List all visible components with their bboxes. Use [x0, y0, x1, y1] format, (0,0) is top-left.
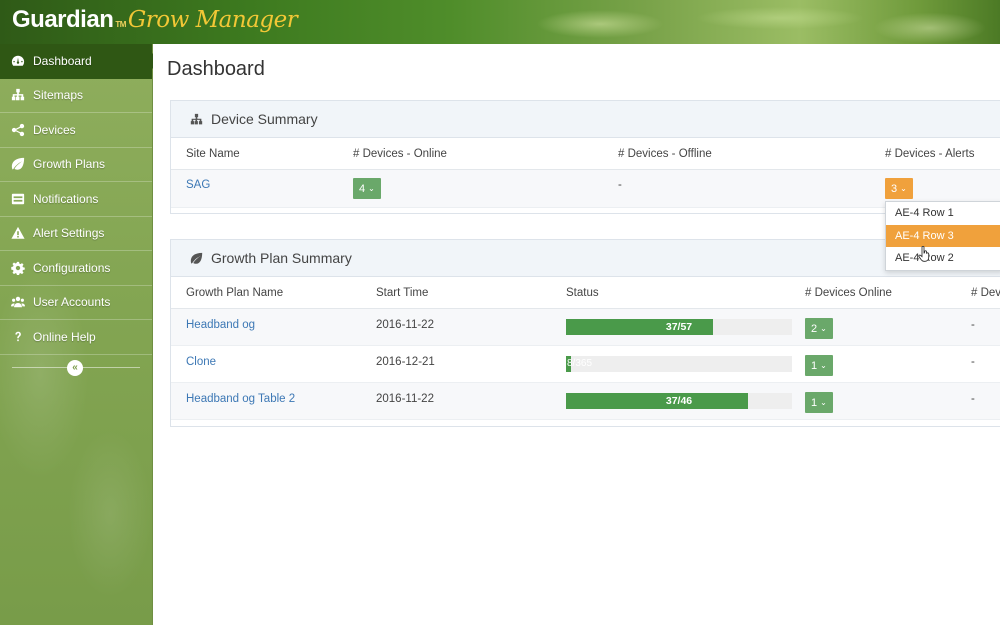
chevron-down-icon: ⌄: [368, 184, 375, 193]
growth-plan-rows: Headband og 2016-11-22 37/57 2 ⌄ - Clone…: [171, 309, 1000, 420]
panel-title: Device Summary: [211, 111, 318, 127]
dropdown-item[interactable]: AE-4 Row 3: [886, 224, 1000, 247]
badge-count: 3: [891, 182, 898, 195]
panel-header: Growth Plan Summary: [171, 240, 1000, 277]
sidebar-item-label: Growth Plans: [33, 157, 106, 172]
start-time: 2016-12-21: [376, 356, 435, 368]
badge-count: 1: [811, 396, 818, 409]
sidebar-item-label: User Accounts: [33, 295, 111, 310]
users-icon: [9, 294, 26, 311]
hand-cursor-icon: [918, 246, 930, 262]
sidebar-item-label: Alert Settings: [33, 226, 105, 241]
help-icon: [9, 328, 26, 345]
dashboard-icon: [9, 52, 26, 69]
growth-plan-link[interactable]: Headband og: [186, 319, 255, 331]
app-logo[interactable]: Guardian TM Grow Manager: [12, 6, 298, 38]
devices-online-dropdown[interactable]: 4 ⌄: [353, 178, 381, 199]
page-title: Dashboard: [167, 58, 265, 80]
table-row: SAG 4 ⌄ - 3 ⌄: [171, 170, 1000, 208]
sidebar-item-growth-plans[interactable]: Growth Plans: [0, 148, 152, 182]
sidebar-item-alert-settings[interactable]: Alert Settings: [0, 217, 152, 251]
sidebar-item-sitemaps[interactable]: Sitemaps: [0, 79, 152, 113]
leaf-icon: [190, 252, 203, 264]
dropdown-item[interactable]: AE-4 Row 1: [886, 202, 1000, 225]
devices-online-dropdown[interactable]: 1 ⌄: [805, 355, 833, 376]
devices-value: -: [971, 319, 975, 331]
app-header: Guardian TM Grow Manager: [0, 0, 1000, 44]
start-time: 2016-11-22: [376, 319, 434, 331]
chevron-down-icon: ⌄: [820, 361, 827, 370]
progress-label: 8/365: [567, 358, 593, 369]
devices-online-dropdown[interactable]: 2 ⌄: [805, 318, 833, 339]
sidebar-item-user-accounts[interactable]: User Accounts: [0, 286, 152, 320]
logo-product: Grow Manager: [127, 7, 298, 33]
sidebar-item-configurations[interactable]: Configurations: [0, 251, 152, 286]
sidebar: Dashboard Sitemaps Devices Growth Plans …: [0, 44, 160, 625]
gear-icon: [9, 259, 26, 276]
column-header: Start Time: [376, 286, 429, 299]
sidebar-item-label: Sitemaps: [33, 88, 84, 103]
table-header: Site Name # Devices - Online # Devices -…: [171, 138, 1000, 170]
badge-count: 2: [811, 322, 818, 335]
sidebar-item-label: Notifications: [33, 191, 99, 206]
column-header: # Devices Online: [805, 286, 892, 299]
devices-alerts-dropdown[interactable]: 3 ⌄: [885, 178, 913, 199]
collapse-sidebar-button[interactable]: «: [67, 359, 83, 376]
table-header: Growth Plan Name Start Time Status # Dev…: [171, 277, 1000, 309]
column-header: Status: [566, 286, 599, 299]
panel-header: Device Summary: [171, 101, 1000, 138]
column-header: Growth Plan Name: [186, 286, 284, 299]
logo-brand: Guardian: [12, 6, 114, 33]
badge-count: 4: [359, 182, 366, 195]
leaf-icon: [9, 156, 26, 173]
dropdown-item[interactable]: AE-4 Row 2: [886, 247, 1000, 270]
sidebar-item-label: Dashboard: [33, 53, 92, 68]
chevron-down-icon: ⌄: [820, 324, 827, 333]
alerts-dropdown-menu: AE-4 Row 1 AE-4 Row 3 AE-4 Row 2: [885, 201, 1000, 271]
progress-label: 37/46: [665, 395, 693, 407]
devices-value: -: [971, 356, 975, 368]
sidebar-item-online-help[interactable]: Online Help: [0, 320, 152, 355]
sidebar-item-label: Online Help: [33, 329, 96, 344]
sitemap-icon: [9, 87, 26, 104]
column-header: Site Name: [186, 147, 240, 160]
start-time: 2016-11-22: [376, 393, 434, 405]
status-progress-bar: 37/46: [566, 393, 792, 409]
growth-plan-link[interactable]: Headband og Table 2: [186, 393, 295, 405]
device-summary-panel: Device Summary Site Name # Devices - Onl…: [170, 100, 1000, 214]
status-progress-bar: 37/57: [566, 319, 792, 335]
share-icon: [9, 121, 26, 138]
growth-plan-summary-panel: Growth Plan Summary Growth Plan Name Sta…: [170, 239, 1000, 427]
sidebar-item-label: Configurations: [33, 260, 111, 275]
table-row: Headband og Table 2 2016-11-22 37/46 1 ⌄…: [171, 383, 1000, 420]
chevron-down-icon: ⌄: [900, 184, 907, 193]
devices-value: -: [971, 393, 975, 405]
devices-offline-value: -: [618, 179, 622, 191]
growth-plan-link[interactable]: Clone: [186, 356, 216, 368]
column-header: # Devices - Online: [353, 147, 447, 160]
table-row: Clone 2016-12-21 8/365 1 ⌄ -: [171, 346, 1000, 383]
notification-icon: [9, 190, 26, 207]
column-header: # Dev: [971, 286, 1000, 299]
sidebar-item-notifications[interactable]: Notifications: [0, 182, 152, 217]
sidebar-item-devices[interactable]: Devices: [0, 113, 152, 148]
sidebar-collapse-row: «: [0, 355, 152, 381]
sitemap-icon: [190, 113, 203, 124]
chevron-down-icon: ⌄: [820, 398, 827, 407]
column-header: # Devices - Offline: [618, 147, 712, 160]
table-row: Headband og 2016-11-22 37/57 2 ⌄ -: [171, 309, 1000, 346]
sidebar-item-dashboard[interactable]: Dashboard: [0, 44, 160, 79]
status-progress-bar: 8/365: [566, 356, 792, 372]
sidebar-item-label: Devices: [33, 122, 76, 137]
devices-online-dropdown[interactable]: 1 ⌄: [805, 392, 833, 413]
site-link[interactable]: SAG: [186, 179, 210, 191]
main-content: Dashboard Device Summary Site Name # Dev…: [153, 44, 1000, 625]
warning-icon: [9, 225, 26, 242]
column-header: # Devices - Alerts: [885, 147, 975, 160]
badge-count: 1: [811, 359, 818, 372]
panel-title: Growth Plan Summary: [211, 250, 352, 266]
progress-label: 37/57: [665, 321, 693, 333]
logo-trademark: TM: [115, 20, 126, 29]
